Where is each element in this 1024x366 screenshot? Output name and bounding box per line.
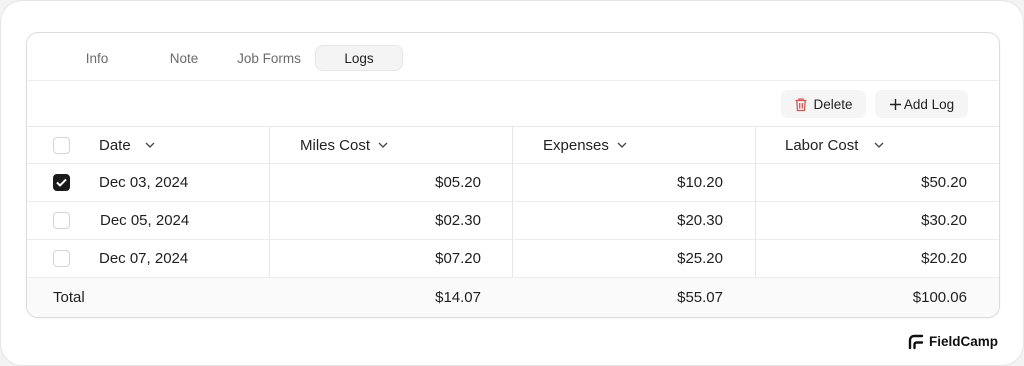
chevron-down-icon bbox=[617, 142, 627, 148]
delete-button-label: Delete bbox=[813, 96, 853, 112]
add-log-button[interactable]: Add Log bbox=[875, 90, 968, 118]
header-date-label: Date bbox=[99, 136, 131, 154]
brand-name: FieldCamp bbox=[929, 333, 999, 349]
table-total-row: Total $14.07 $55.07 $100.06 bbox=[27, 278, 999, 317]
header-labor-cost-label: Labor Cost bbox=[785, 136, 859, 154]
chevron-down-icon bbox=[145, 142, 155, 148]
tab-note[interactable]: Note bbox=[164, 45, 204, 71]
chevron-down-icon bbox=[874, 142, 884, 148]
job-details-card: Info Note Job Forms Logs Delete Add Log … bbox=[26, 32, 1000, 318]
row-checkbox[interactable] bbox=[53, 212, 70, 229]
labor-cost-cell: $20.20 bbox=[921, 250, 967, 267]
expenses-cell: $25.20 bbox=[677, 250, 723, 267]
header-labor-cost[interactable]: Labor Cost bbox=[785, 127, 884, 163]
header-miles-cost-label: Miles Cost bbox=[300, 136, 371, 154]
header-expenses[interactable]: Expenses bbox=[543, 127, 627, 163]
date-cell: Dec 05, 2024 bbox=[100, 212, 190, 229]
total-labor-cost: $100.06 bbox=[912, 289, 967, 306]
total-miles-cost: $14.07 bbox=[435, 289, 481, 306]
table-row[interactable]: Dec 05, 2024 $02.30 $20.30 $30.20 bbox=[27, 202, 999, 240]
labor-cost-cell: $30.20 bbox=[921, 212, 967, 229]
total-expenses: $55.07 bbox=[677, 289, 723, 306]
table-row[interactable]: Dec 03, 2024 $05.20 $10.20 $50.20 bbox=[27, 164, 999, 202]
fieldcamp-logo-icon bbox=[908, 333, 924, 350]
header-date[interactable]: Date bbox=[99, 127, 155, 163]
tab-logs[interactable]: Logs bbox=[315, 45, 403, 71]
chevron-down-icon bbox=[378, 142, 388, 148]
app-frame: Info Note Job Forms Logs Delete Add Log … bbox=[0, 0, 1024, 366]
tab-job-forms[interactable]: Job Forms bbox=[235, 45, 303, 71]
table-row[interactable]: Dec 07, 2024 $07.20 $25.20 $20.20 bbox=[27, 240, 999, 278]
tab-bar: Info Note Job Forms Logs bbox=[27, 33, 999, 81]
header-expenses-label: Expenses bbox=[543, 136, 609, 154]
row-checkbox-checked[interactable] bbox=[53, 174, 70, 191]
trash-icon bbox=[794, 97, 808, 112]
tab-info[interactable]: Info bbox=[77, 45, 117, 71]
row-checkbox[interactable] bbox=[53, 250, 70, 267]
select-all-checkbox[interactable] bbox=[53, 136, 70, 154]
logs-table: Date Miles Cost Expenses Labor Cost Dec … bbox=[27, 127, 999, 317]
expenses-cell: $10.20 bbox=[677, 174, 723, 191]
delete-button[interactable]: Delete bbox=[781, 90, 866, 118]
row-select-cell bbox=[53, 240, 70, 277]
plus-icon bbox=[889, 98, 902, 111]
miles-cost-cell: $02.30 bbox=[435, 212, 481, 229]
row-select-cell bbox=[53, 164, 70, 201]
fieldcamp-brand: FieldCamp bbox=[908, 331, 998, 351]
date-cell: Dec 03, 2024 bbox=[99, 174, 189, 191]
total-label: Total bbox=[53, 289, 85, 306]
header-miles-cost[interactable]: Miles Cost bbox=[300, 127, 388, 163]
select-all-cell bbox=[53, 127, 70, 163]
miles-cost-cell: $07.20 bbox=[435, 250, 481, 267]
miles-cost-cell: $05.20 bbox=[435, 174, 481, 191]
log-toolbar: Delete Add Log bbox=[27, 81, 999, 127]
date-cell: Dec 07, 2024 bbox=[99, 250, 189, 267]
table-header-row: Date Miles Cost Expenses Labor Cost bbox=[27, 127, 999, 164]
expenses-cell: $20.30 bbox=[677, 212, 723, 229]
add-log-button-label: Add Log bbox=[903, 96, 955, 112]
labor-cost-cell: $50.20 bbox=[921, 174, 967, 191]
row-select-cell bbox=[53, 202, 70, 239]
